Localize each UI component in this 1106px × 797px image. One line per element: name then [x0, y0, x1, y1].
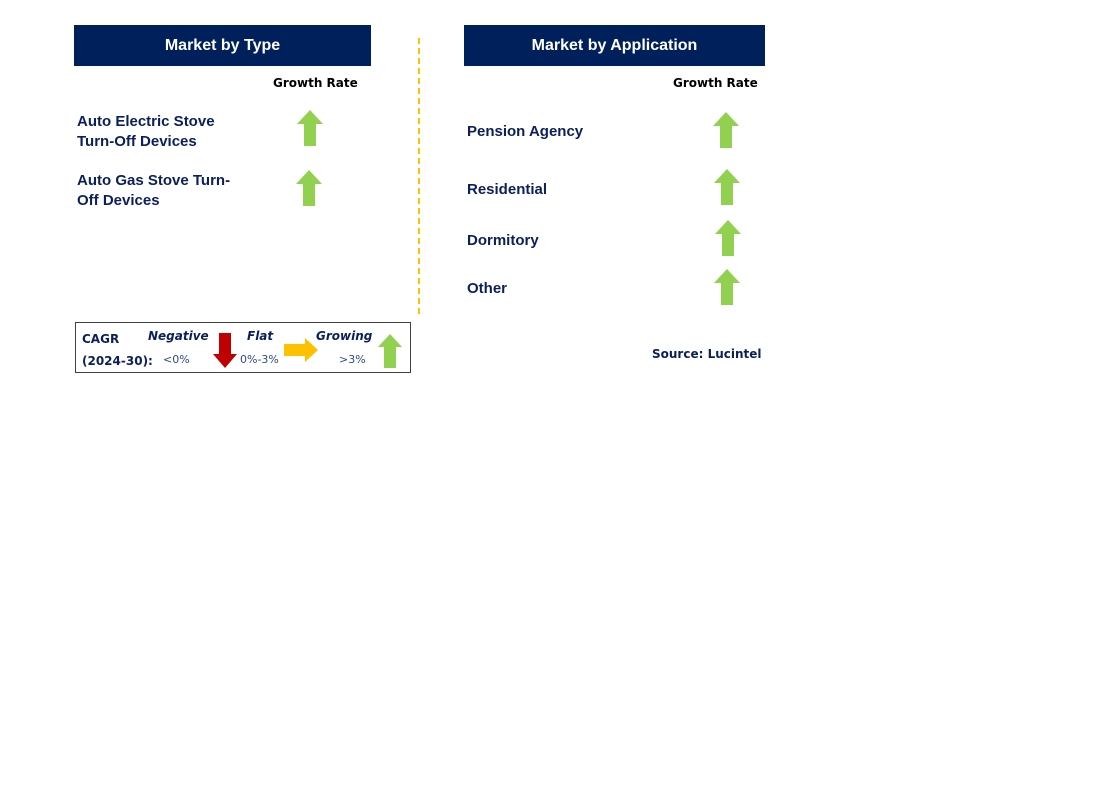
legend-negative-label: Negative — [148, 329, 209, 343]
up-arrow-icon — [297, 110, 323, 146]
legend-growing-range: >3% — [339, 353, 366, 366]
type-item-line: Auto Gas Stove Turn- — [77, 172, 231, 189]
type-item-line: Off Devices — [77, 192, 160, 209]
panel-divider — [418, 38, 420, 314]
type-item-label: Auto Gas Stove Turn- Off Devices — [77, 171, 230, 211]
right-arrow-icon — [284, 338, 318, 362]
application-item-label: Other — [467, 280, 508, 297]
legend-label-line: (2024-30): — [82, 354, 153, 368]
application-item-label: Dormitory — [467, 232, 539, 249]
up-arrow-icon — [713, 112, 739, 148]
type-item-line: Auto Electric Stove — [77, 113, 215, 130]
up-arrow-icon — [378, 334, 402, 368]
legend-flat-label: Flat — [247, 329, 274, 343]
right-growth-rate-header: Growth Rate — [673, 76, 758, 90]
cagr-legend: CAGR (2024-30): Negative <0% Flat 0%-3% … — [75, 322, 411, 373]
source-credit: Source: Lucintel — [652, 347, 762, 361]
up-arrow-icon — [715, 220, 741, 256]
market-by-application-header: Market by Application — [464, 25, 765, 66]
up-arrow-icon — [714, 269, 740, 305]
market-by-type-title: Market by Type — [164, 36, 281, 54]
market-by-type-header: Market by Type — [74, 25, 371, 66]
market-by-application-title: Market by Application — [531, 36, 698, 54]
legend-flat-range: 0%-3% — [240, 353, 279, 366]
down-arrow-icon — [213, 333, 237, 368]
up-arrow-icon — [296, 170, 322, 206]
legend-growing-label: Growing — [316, 329, 373, 343]
legend-negative-range: <0% — [163, 353, 190, 366]
application-item-label: Residential — [467, 181, 548, 198]
type-item-line: Turn-Off Devices — [77, 133, 197, 150]
legend-label-line: CAGR — [82, 332, 120, 346]
type-item-label: Auto Electric Stove Turn-Off Devices — [77, 112, 215, 152]
left-growth-rate-header: Growth Rate — [273, 76, 358, 90]
legend-label: CAGR (2024-30): — [82, 328, 153, 372]
application-item-label: Pension Agency — [467, 123, 584, 140]
up-arrow-icon — [714, 169, 740, 205]
